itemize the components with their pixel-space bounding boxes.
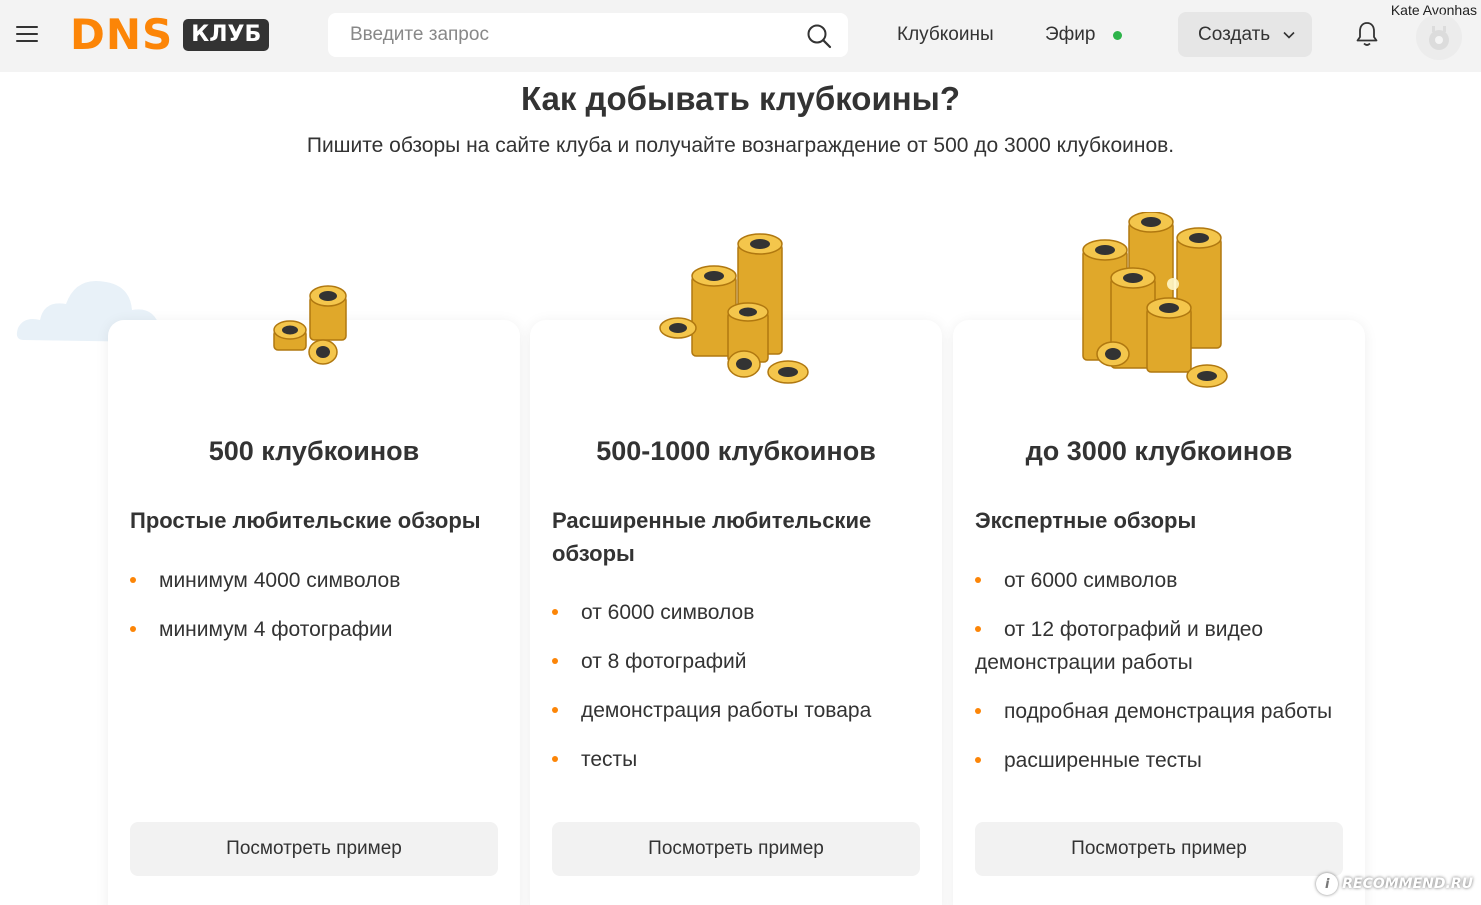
watermark-text: RECOMMEND.RU <box>1342 876 1473 892</box>
list-item-text: от 6000 символов <box>1004 569 1178 592</box>
list-item: от 6000 символов <box>552 596 927 629</box>
list-item: тесты <box>552 743 927 776</box>
view-example-button[interactable]: Посмотреть пример <box>552 822 920 876</box>
site-logo[interactable]: DNS КЛУБ <box>70 10 270 59</box>
list-item-text: от 12 фотографий и видео демонстрации ра… <box>975 618 1264 674</box>
list-item-text: демонстрация работы товара <box>581 699 872 722</box>
menu-icon[interactable] <box>16 26 38 44</box>
list-item-text: минимум 4000 символов <box>159 569 401 592</box>
list-item: минимум 4 фотографии <box>130 613 505 646</box>
chevron-down-icon <box>1283 31 1295 39</box>
bullet-dot <box>552 609 558 615</box>
logo-club-badge: КЛУБ <box>183 19 270 51</box>
coins-large-icon <box>1082 212 1228 388</box>
logo-dns-text: DNS <box>70 10 174 59</box>
reward-amount: 500 клубкоинов <box>208 436 420 466</box>
search-icon[interactable] <box>806 23 832 49</box>
list-item: от 12 фотографий и видео демонстрации ра… <box>975 613 1350 679</box>
list-item-text: от 8 фотографий <box>581 650 747 673</box>
list-item: расширенные тесты <box>975 744 1350 777</box>
list-item: демонстрация работы товара <box>552 694 927 727</box>
reward-card-basic: 500 клубкоинов Простые любительские обзо… <box>108 285 520 905</box>
reward-card-expert: до 3000 клубкоинов Экспертные обзоры от … <box>953 212 1365 905</box>
search-box <box>328 13 848 57</box>
create-button[interactable]: Создать <box>1178 12 1312 57</box>
bullet-dot <box>975 577 981 583</box>
bullet-dot <box>975 626 981 632</box>
reward-heading: Простые любительские обзоры <box>130 508 481 533</box>
reward-amount: 500-1000 клубкоинов <box>596 436 876 466</box>
bullet-dot <box>130 577 136 583</box>
list-item-text: подробная демонстрация работы <box>1004 700 1333 723</box>
watermark-logo-icon: i <box>1316 873 1339 895</box>
list-item-text: минимум 4 фотографии <box>159 618 393 641</box>
bullet-dot <box>552 756 558 762</box>
list-item: от 6000 символов <box>975 564 1350 597</box>
view-example-button[interactable]: Посмотреть пример <box>975 822 1343 876</box>
page-subtitle: Пишите обзоры на сайте клуба и получайте… <box>306 134 1175 157</box>
list-item-text: от 6000 символов <box>581 601 755 624</box>
view-example-button[interactable]: Посмотреть пример <box>130 822 498 876</box>
bullet-dot <box>552 658 558 664</box>
requirements-list: от 6000 символов от 12 фотографий и виде… <box>975 564 1350 793</box>
nav-clubcoins-link[interactable]: Клубкоины <box>897 24 994 46</box>
bullet-dot <box>552 707 558 713</box>
list-item-text: расширенные тесты <box>1004 749 1202 772</box>
top-header: DNS КЛУБ Клубкоины Эфир Создать Kate Avo… <box>0 0 1481 72</box>
create-button-label: Создать <box>1198 23 1271 45</box>
search-input[interactable] <box>350 13 790 57</box>
list-item: от 8 фотографий <box>552 645 927 678</box>
bell-icon[interactable] <box>1354 20 1380 48</box>
reward-heading: Экспертные обзоры <box>975 508 1197 533</box>
requirements-list: от 6000 символов от 8 фотографий демонст… <box>552 596 927 792</box>
page-title: Как добывать клубкоины? <box>520 80 961 117</box>
reward-heading: Расширенные любительские обзоры <box>552 508 872 566</box>
coins-small-icon <box>273 285 347 365</box>
bullet-dot <box>130 626 136 632</box>
list-item: подробная демонстрация работы <box>975 695 1350 728</box>
coins-medium-icon <box>659 233 809 384</box>
requirements-list: минимум 4000 символов минимум 4 фотограф… <box>130 564 505 662</box>
reward-card-extended: 500-1000 клубкоинов Расширенные любитель… <box>530 233 942 905</box>
avatar-placeholder-icon <box>1429 26 1449 50</box>
bullet-dot <box>975 708 981 714</box>
bullet-dot <box>975 757 981 763</box>
list-item: минимум 4000 символов <box>130 564 505 597</box>
live-status-dot <box>1113 31 1122 40</box>
avatar[interactable] <box>1416 14 1462 60</box>
watermark: i RECOMMEND.RU <box>1316 870 1473 898</box>
nav-live-link[interactable]: Эфир <box>1045 24 1095 46</box>
list-item-text: тесты <box>581 748 638 771</box>
reward-amount: до 3000 клубкоинов <box>1025 436 1293 466</box>
